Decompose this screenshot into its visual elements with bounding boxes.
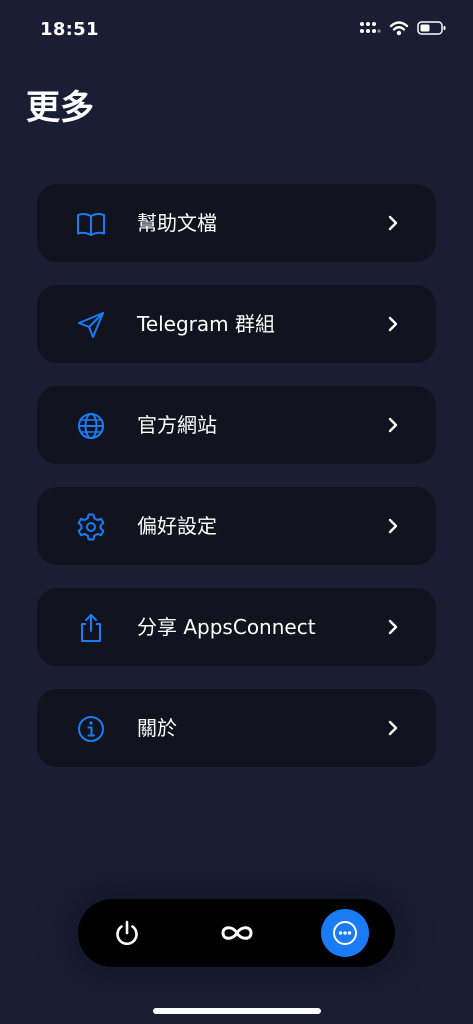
home-indicator[interactable] <box>153 1008 321 1014</box>
tab-bar <box>78 899 395 967</box>
book-icon <box>77 212 105 236</box>
menu-item-official-website[interactable]: 官方網站 <box>37 386 436 464</box>
status-icons <box>359 20 447 36</box>
tab-infinity[interactable] <box>213 911 261 955</box>
infinity-icon <box>221 926 253 940</box>
menu-item-label: 分享 AppsConnect <box>137 615 316 639</box>
wifi-icon <box>389 21 409 36</box>
menu-item-label: 官方網站 <box>137 413 217 437</box>
share-icon <box>81 614 101 642</box>
menu-list: 幫助文檔 Telegram 群組 官方網站 偏好設定 分享 AppsConnec… <box>37 184 436 790</box>
menu-item-preferences[interactable]: 偏好設定 <box>37 487 436 565</box>
menu-item-label: 偏好設定 <box>137 514 217 538</box>
menu-item-about[interactable]: 關於 <box>37 689 436 767</box>
tab-power[interactable] <box>103 911 151 955</box>
menu-item-share-appsconnect[interactable]: 分享 AppsConnect <box>37 588 436 666</box>
paper-plane-icon <box>78 312 104 338</box>
menu-item-label: Telegram 群組 <box>137 312 275 336</box>
status-time: 18:51 <box>40 19 99 40</box>
tab-more[interactable] <box>321 909 369 957</box>
gear-icon <box>77 513 105 541</box>
status-bar: 18:51 <box>0 0 473 60</box>
chevron-right-icon <box>388 720 398 736</box>
globe-icon <box>78 413 104 439</box>
menu-item-label: 關於 <box>137 716 177 740</box>
chevron-right-icon <box>388 619 398 635</box>
power-icon <box>116 920 138 945</box>
chevron-right-icon <box>388 417 398 433</box>
signal-icon <box>360 22 381 33</box>
menu-item-label: 幫助文檔 <box>137 211 217 235</box>
info-icon <box>78 716 104 742</box>
chevron-right-icon <box>388 518 398 534</box>
more-icon <box>333 921 357 945</box>
menu-item-telegram-group[interactable]: Telegram 群組 <box>37 285 436 363</box>
chevron-right-icon <box>388 215 398 231</box>
battery-icon <box>417 21 446 35</box>
menu-item-help-docs[interactable]: 幫助文檔 <box>37 184 436 262</box>
page-title: 更多 <box>26 88 94 128</box>
chevron-right-icon <box>388 316 398 332</box>
